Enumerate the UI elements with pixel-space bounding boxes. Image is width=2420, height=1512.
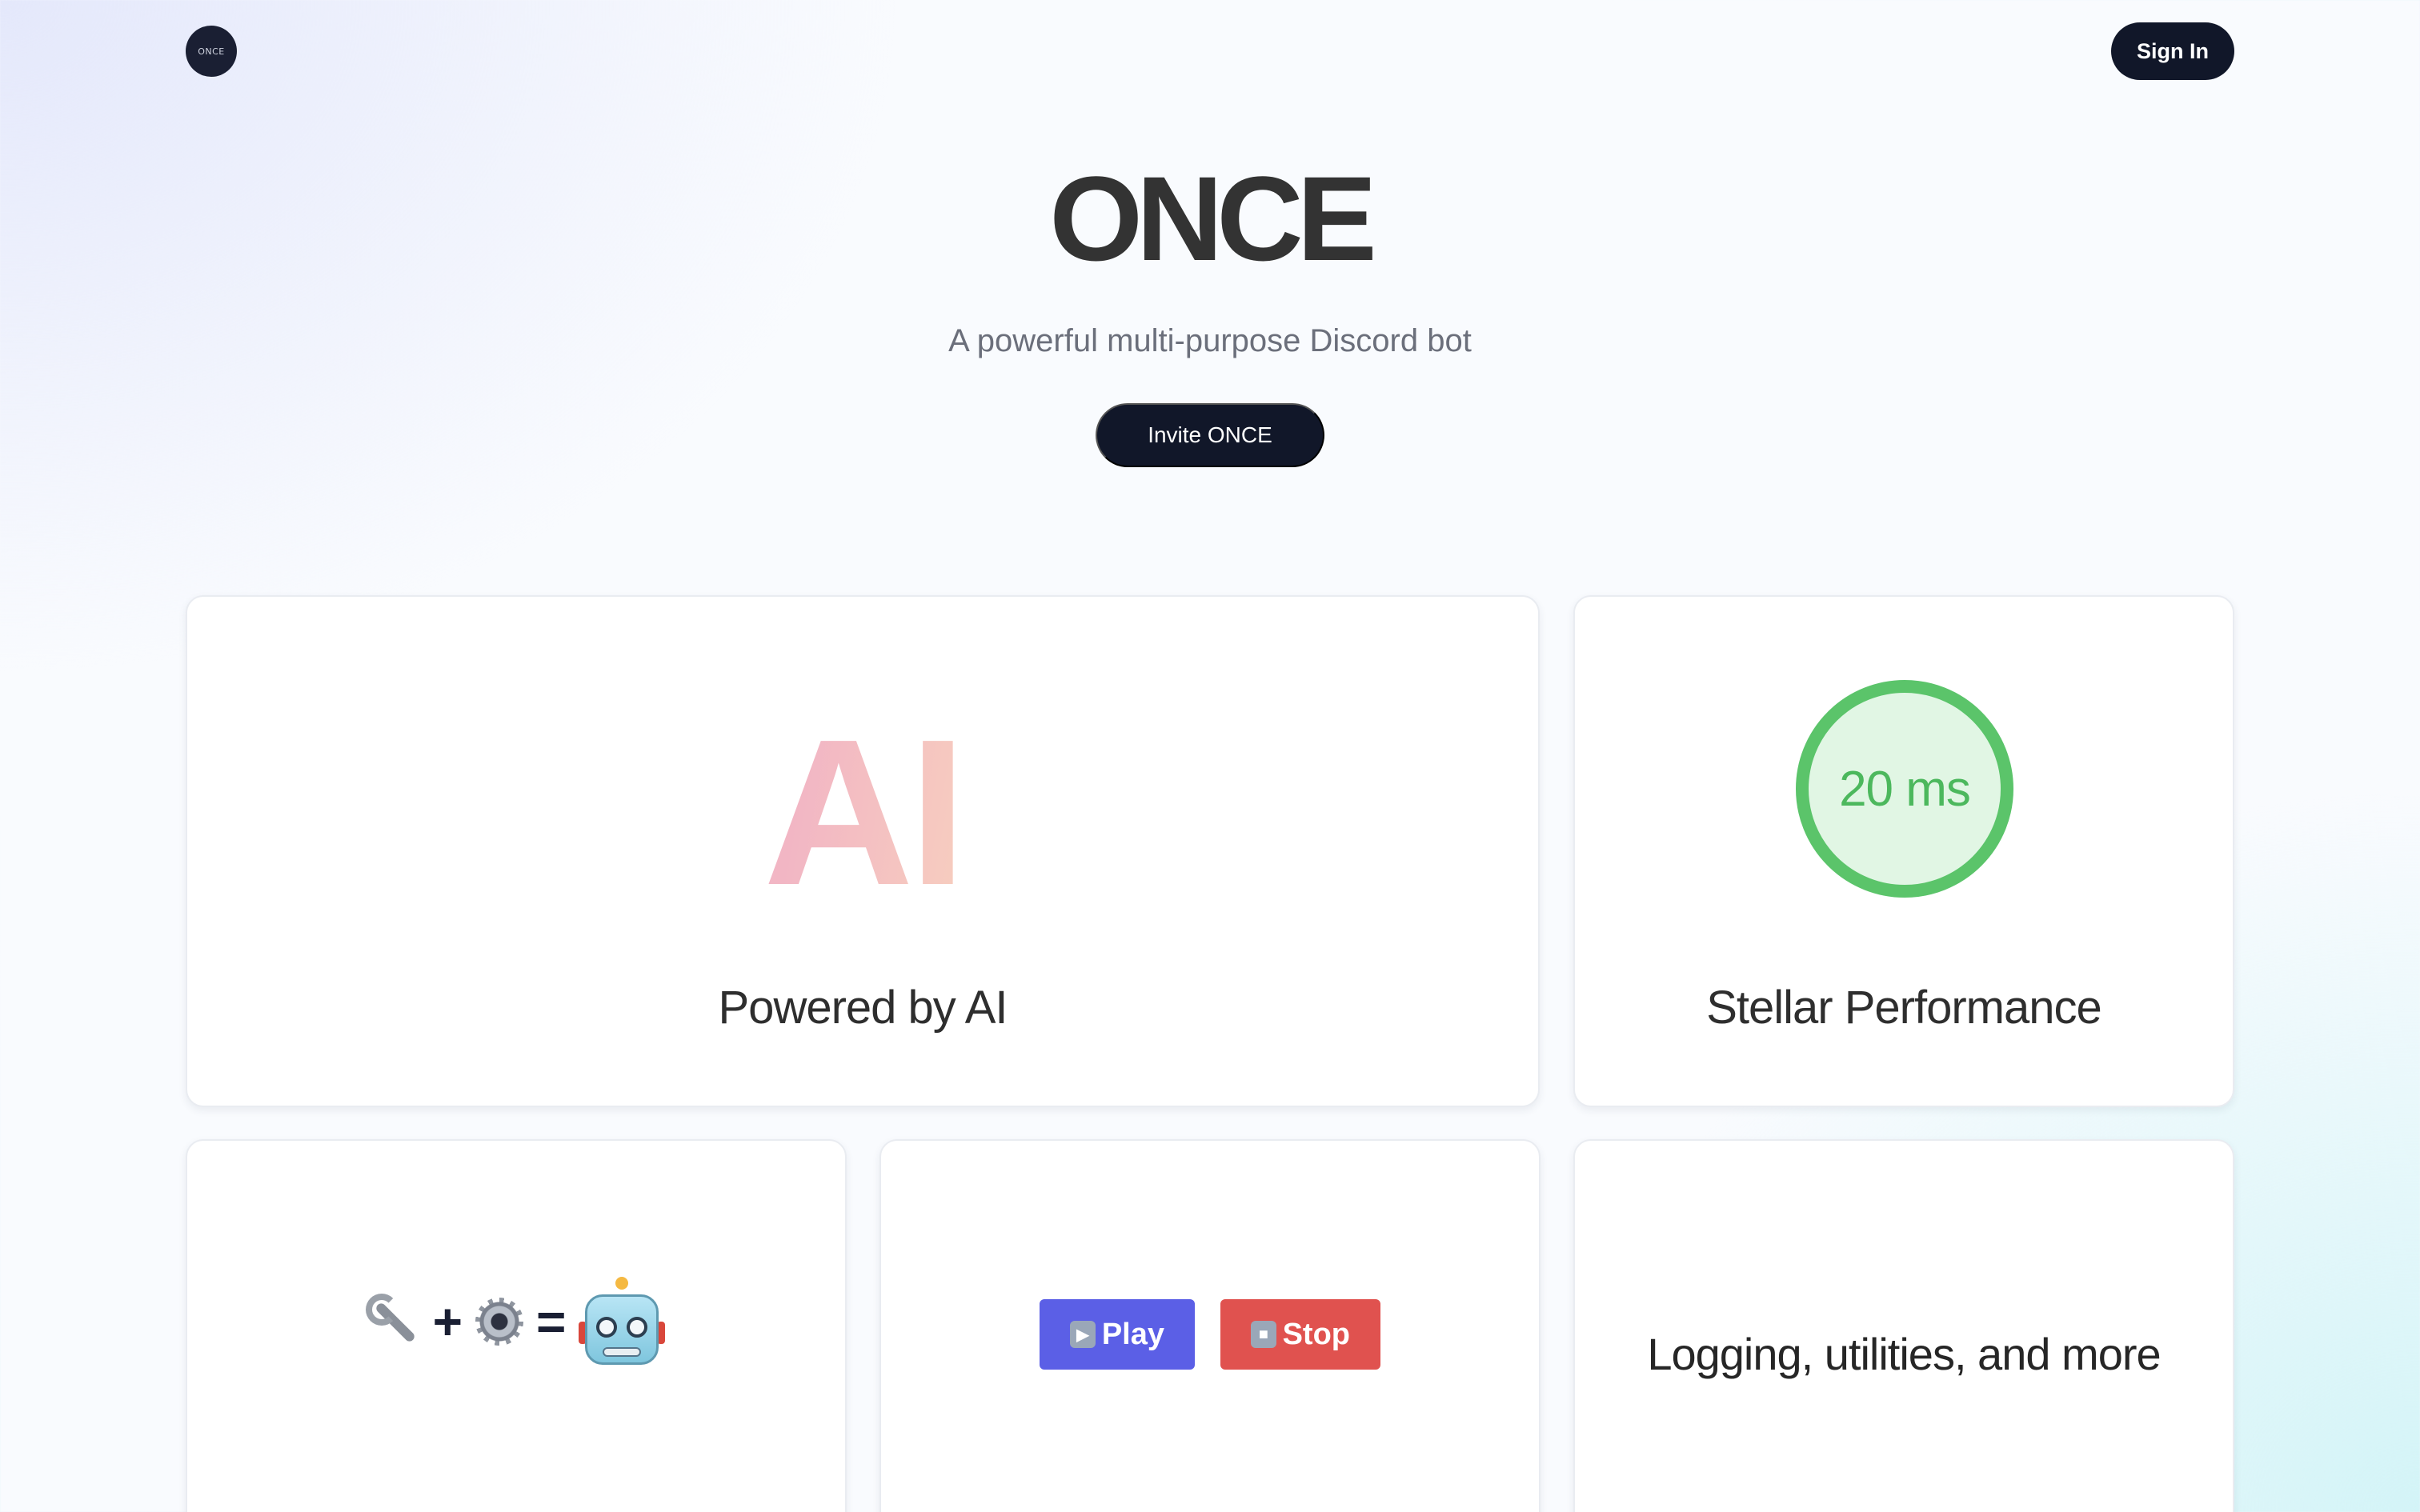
feature-title-more: Logging, utilities, and more bbox=[1647, 1329, 2161, 1379]
play-label: Play bbox=[1101, 1317, 1164, 1351]
feature-card-more: Logging, utilities, and more bbox=[1573, 1139, 2234, 1512]
feature-card-ai: AI Powered by AI bbox=[186, 595, 1540, 1107]
play-icon: ▶ bbox=[1070, 1321, 1096, 1348]
invite-button[interactable]: Invite ONCE bbox=[1096, 403, 1324, 467]
page-title: ONCE bbox=[1049, 151, 1376, 286]
equals-sign: = bbox=[536, 1293, 567, 1350]
logo-text: ONCE bbox=[198, 46, 225, 57]
robot-icon bbox=[579, 1277, 666, 1366]
gear-icon bbox=[475, 1298, 523, 1346]
feature-title-ai: Powered by AI bbox=[718, 982, 1008, 1034]
feature-title-performance: Stellar Performance bbox=[1706, 982, 2102, 1034]
feature-card-music: ▶ Play ■ Stop bbox=[879, 1139, 1541, 1512]
stop-icon: ■ bbox=[1251, 1321, 1276, 1348]
ping-value: 20 ms bbox=[1839, 761, 1971, 817]
ping-gauge: 20 ms bbox=[1796, 680, 2013, 898]
feature-card-performance: 20 ms Stellar Performance bbox=[1573, 595, 2234, 1107]
feature-card-tools: + = bbox=[186, 1139, 847, 1512]
logo[interactable]: ONCE bbox=[186, 26, 237, 77]
wrench-icon bbox=[365, 1294, 420, 1348]
stop-label: Stop bbox=[1282, 1317, 1350, 1351]
music-controls: ▶ Play ■ Stop bbox=[881, 1299, 1539, 1370]
page-subtitle: A powerful multi-purpose Discord bot bbox=[948, 323, 1472, 358]
sign-in-button[interactable]: Sign In bbox=[2111, 22, 2234, 80]
stop-button[interactable]: ■ Stop bbox=[1220, 1299, 1380, 1370]
ai-gradient-graphic: AI bbox=[187, 709, 1538, 917]
plus-sign: + bbox=[432, 1293, 463, 1350]
tools-equation: + = bbox=[187, 1277, 845, 1366]
play-button[interactable]: ▶ Play bbox=[1040, 1299, 1195, 1370]
